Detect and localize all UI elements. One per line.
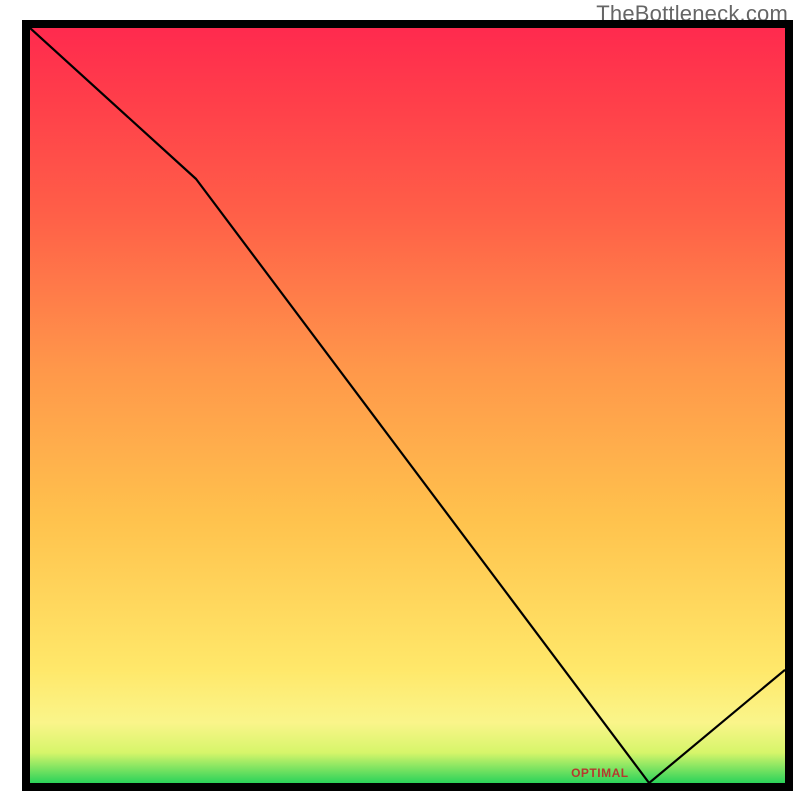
stage: TheBottleneck.com OPTIMAL xyxy=(0,0,800,800)
optimal-label: OPTIMAL xyxy=(571,766,629,780)
plot-background xyxy=(30,28,785,783)
bottleneck-chart: OPTIMAL xyxy=(0,0,800,800)
